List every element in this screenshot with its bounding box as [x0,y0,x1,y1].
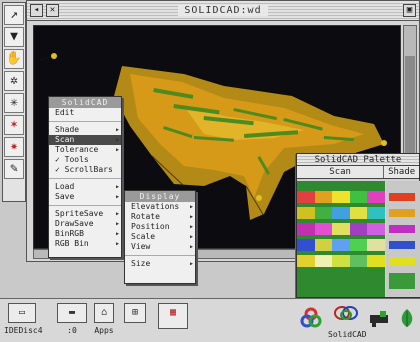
icon-bar: ▭ IDEDisc4 ▬ :0 ⌂ Apps ⊞ ▦ SolidCAD [0,298,420,342]
menu-item-rgb-bin[interactable]: RGB Bin [49,239,121,249]
apps-item[interactable]: ⌂ Apps [92,303,116,335]
funnel-tool-icon[interactable]: ▼ [4,27,24,47]
palette-swatches[interactable] [297,181,420,297]
title-bar[interactable]: ◂ ✕ SOLIDCAD:wd ▣ [27,1,419,21]
menu-item-tolerance[interactable]: Tolerance [49,145,121,155]
menu-item-drawsave[interactable]: DrawSave [49,219,121,229]
palette-headers: Scan Shade [297,166,419,179]
ide-disc-item[interactable]: ▭ IDEDisc4 [4,303,43,335]
menu-title: SolidCAD [49,97,121,108]
ide-disc-drive-icon: ▭ [8,303,36,323]
window-title: SOLIDCAD:wd [178,5,268,16]
menu-item-size[interactable]: Size [125,259,195,269]
solidcad-menu: SolidCAD Edit Shade Scan Tolerance ✓ Too… [48,96,122,258]
menu-item-scan[interactable]: Scan [49,135,121,145]
menu-item-scrollbars[interactable]: ✓ ScrollBars [49,165,121,175]
menu-item-scale[interactable]: Scale [125,232,195,242]
menu-item-tools[interactable]: ✓ Tools [49,155,121,165]
dual-star-tool-icon[interactable]: ✲ [4,71,24,91]
color-wheel-icon[interactable] [300,307,322,329]
menu-item-shade[interactable]: Shade [49,125,121,135]
solidcad-app-icon [334,306,358,320]
red-star-tool-icon[interactable]: ✶ [4,115,24,135]
close-icon[interactable]: ✕ [46,4,59,17]
floppy-drive-icon: ▬ [57,303,87,323]
floppy-drive-label: :0 [67,326,77,335]
apps-label: Apps [94,326,114,335]
palette-title[interactable]: SolidCAD Palette [297,154,419,166]
dual-star-rotate-tool-icon[interactable]: ✳ [4,93,24,113]
pointer-arrow-icon[interactable]: ↗ [4,5,24,25]
palette-tab-shade[interactable]: Shade [384,166,419,178]
printer-icon: ▦ [158,303,188,329]
pencil-tool-icon[interactable]: ✎ [4,159,24,179]
menu-item-spritesave[interactable]: SpriteSave [49,209,121,219]
menu-item-view[interactable]: View [125,242,195,252]
menu-item-rotate[interactable]: Rotate [125,212,195,222]
menu-item-elevations[interactable]: Elevations [125,202,195,212]
menu-item-edit[interactable]: Edit [49,108,121,118]
ide-disc-label: IDEDisc4 [4,326,43,335]
floppy-drive-item[interactable]: ▬ :0 [54,303,90,335]
menu-item-load[interactable]: Load [49,182,121,192]
palette-window: SolidCAD Palette Scan Shade [296,153,420,298]
printer-item[interactable]: ▦ [156,303,190,329]
apps-folder-icon: ⌂ [94,303,114,323]
tool-strip: ↗ ▼ ✋ ✲ ✳ ✶ ✷ ✎ [2,2,26,202]
submenu-title: Display [125,191,195,202]
solidcad-app-item[interactable]: SolidCAD [328,303,367,339]
network-icon: ⊞ [124,303,146,323]
menu-item-binrgb[interactable]: BinRGB [49,229,121,239]
menu-item-position[interactable]: Position [125,222,195,232]
red-star-alt-tool-icon[interactable]: ✷ [4,137,24,157]
paint-tool-icon[interactable] [368,307,390,329]
back-icon[interactable]: ◂ [30,4,43,17]
solidcad-app-label: SolidCAD [328,330,367,339]
menu-item-save[interactable]: Save [49,192,121,202]
toggle-size-icon[interactable]: ▣ [403,4,416,17]
palette-tab-scan[interactable]: Scan [297,166,385,178]
network-item[interactable]: ⊞ [122,303,148,323]
hand-tool-icon[interactable]: ✋ [4,49,24,69]
display-submenu: Display Elevations Rotate Position Scale… [124,190,196,284]
desktop: ◂ ✕ SOLIDCAD:wd ▣ ↗ ▼ ✋ ✲ ✳ ✶ ✷ ✎ SolidC… [0,0,420,342]
leaf-icon[interactable] [396,307,418,329]
